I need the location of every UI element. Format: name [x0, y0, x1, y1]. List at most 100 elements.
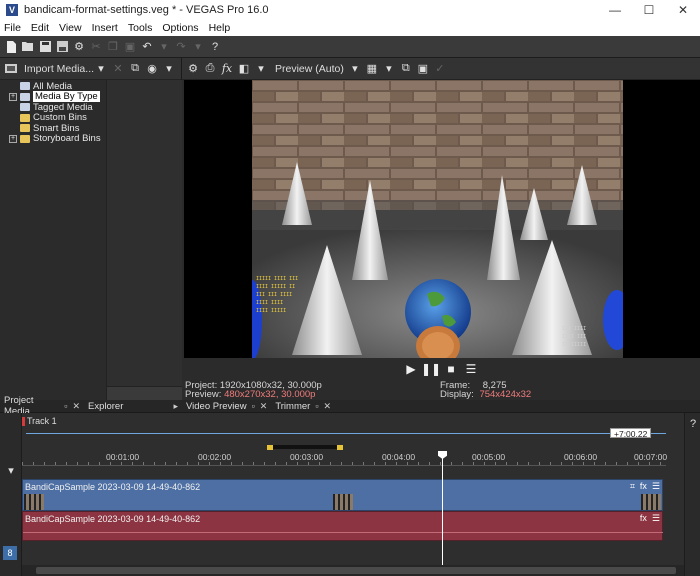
capture-icon[interactable]: ⧉	[128, 62, 142, 76]
undo-dropdown-icon[interactable]: ▾	[157, 40, 171, 54]
maximize-button[interactable]: ☐	[632, 0, 666, 20]
copy-snapshot-icon[interactable]: ⧉	[399, 62, 413, 76]
import-media-icon[interactable]	[4, 62, 18, 76]
clip-thumbnail	[641, 494, 661, 510]
audio-event[interactable]: BandiCapSample 2023-03-09 14-49-40-862 f…	[22, 511, 663, 541]
save-icon[interactable]	[38, 40, 52, 54]
menu-tools[interactable]: Tools	[128, 22, 153, 34]
copy-icon[interactable]: ❐	[106, 40, 120, 54]
preview-quality-dropdown[interactable]: Preview (Auto)	[275, 63, 344, 75]
remove-media-icon[interactable]: ✕	[111, 62, 125, 76]
preview-settings-icon[interactable]: ⚙	[186, 62, 200, 76]
fx-icon[interactable]: fx	[220, 62, 234, 76]
track-name[interactable]: Track 1	[27, 416, 57, 426]
undock-icon[interactable]: ▫	[315, 401, 318, 411]
tree-item-media-by-type[interactable]: + Media By Type	[0, 91, 106, 103]
loop-region[interactable]	[267, 445, 343, 450]
media-list-area[interactable]	[106, 80, 183, 400]
help-icon[interactable]: ?	[208, 40, 222, 54]
undo-icon[interactable]: ↶	[140, 40, 154, 54]
close-icon[interactable]: ✕	[72, 401, 80, 412]
options-icon[interactable]: ✓	[433, 62, 447, 76]
track-list-button[interactable]: 8	[3, 546, 17, 560]
tree-item-smart-bins[interactable]: Smart Bins	[0, 123, 106, 134]
menu-icon[interactable]: ☰	[464, 362, 478, 376]
ruler-label: 00:07:00	[634, 452, 668, 462]
stop-icon[interactable]: ■	[444, 362, 458, 376]
scrollbar-thumb[interactable]	[36, 567, 676, 574]
tab-video-preview[interactable]: Video Preview ▫ ✕	[182, 401, 271, 412]
chevron-down-icon[interactable]: ▾	[382, 62, 396, 76]
menu-options[interactable]: Options	[162, 22, 198, 34]
menu-icon[interactable]: ☰	[652, 481, 660, 492]
settings-icon[interactable]: ⚙	[72, 40, 86, 54]
timeline-vertical-scrollbar[interactable]: ?	[684, 413, 700, 576]
menu-insert[interactable]: Insert	[92, 22, 118, 34]
chevron-down-icon[interactable]: ▾	[94, 62, 108, 76]
collapse-icon[interactable]: ▾	[4, 463, 18, 477]
loop-start-marker[interactable]	[267, 445, 273, 450]
tree-item-custom-bins[interactable]: Custom Bins	[0, 112, 106, 123]
video-event[interactable]: BandiCapSample 2023-03-09 14-49-40-862 ⌗…	[22, 479, 663, 511]
redo-dropdown-icon[interactable]: ▾	[191, 40, 205, 54]
cut-icon[interactable]: ✂	[89, 40, 103, 54]
overlays-icon[interactable]: ▦	[365, 62, 379, 76]
undock-icon[interactable]: ▫	[252, 401, 255, 411]
redo-icon[interactable]: ↷	[174, 40, 188, 54]
video-event-icons: ⌗ fx ☰	[625, 481, 660, 492]
chevron-right-icon[interactable]: ▸	[173, 401, 178, 412]
media-list-scrollbar[interactable]	[107, 386, 183, 400]
time-ruler[interactable]: 00:01:00 00:02:00 00:03:00 00:04:00 00:0…	[22, 451, 668, 466]
marker-line	[26, 433, 666, 434]
import-media-button[interactable]: Import Media...	[24, 63, 94, 75]
question-icon[interactable]: ?	[686, 417, 700, 431]
play-icon[interactable]: ▶	[404, 362, 418, 376]
media-bins-tree: All Media + Media By Type Tagged Media C…	[0, 80, 106, 420]
new-icon[interactable]	[4, 40, 18, 54]
preview-label: Preview:	[185, 389, 222, 400]
save-snapshot-icon[interactable]: ▣	[416, 62, 430, 76]
close-icon[interactable]: ✕	[324, 401, 332, 412]
pause-icon[interactable]: ❚❚	[421, 362, 441, 376]
expand-icon[interactable]: +	[9, 134, 17, 143]
chevron-down-icon[interactable]: ▾	[348, 62, 362, 76]
tab-explorer[interactable]: Explorer ▸	[84, 401, 182, 412]
time-badge: +7:00.22	[610, 428, 652, 439]
display-value: 754x424x32	[479, 389, 532, 400]
views-icon[interactable]: ▾	[162, 62, 176, 76]
event-fx-icon[interactable]: fx	[640, 513, 647, 524]
device-preview-icon[interactable]: ⎙	[203, 62, 217, 76]
open-icon[interactable]	[21, 40, 35, 54]
tree-item-all-media[interactable]: All Media	[0, 81, 106, 92]
undock-icon[interactable]: ▫	[64, 401, 67, 411]
svg-text:IIII IIII: IIII IIII	[256, 300, 283, 306]
preview-toolbar: ⚙ ⎙ fx ◧ ▾ Preview (Auto) ▾ ▦ ▾ ⧉ ▣ ✓	[182, 58, 700, 80]
event-fx-icon[interactable]: fx	[640, 481, 647, 492]
timeline-panel: ▾ Track 1 +7:00.22 00:01:00 00:02:00 00:…	[0, 413, 700, 576]
close-button[interactable]: ✕	[666, 0, 700, 20]
menu-help[interactable]: Help	[209, 22, 231, 34]
media-fx-icon[interactable]: ◉	[145, 62, 159, 76]
chevron-down-icon[interactable]: ▾	[254, 62, 268, 76]
display-label: Display:	[440, 389, 474, 400]
ruler-label: 00:06:00	[564, 452, 598, 462]
timeline-horizontal-scrollbar[interactable]	[22, 565, 684, 576]
loop-end-marker[interactable]	[337, 445, 343, 450]
minimize-button[interactable]: —	[598, 0, 632, 20]
save-as-icon[interactable]	[55, 40, 69, 54]
tree-item-tagged-media[interactable]: Tagged Media	[0, 102, 106, 113]
expand-icon[interactable]: +	[9, 92, 17, 101]
menu-file[interactable]: File	[4, 22, 21, 34]
playhead[interactable]	[442, 453, 443, 576]
dock-tabs: Project Media ▫ ✕ Explorer ▸ Video Previ…	[0, 395, 700, 417]
menu-edit[interactable]: Edit	[31, 22, 49, 34]
split-screen-icon[interactable]: ◧	[237, 62, 251, 76]
menu-icon[interactable]: ☰	[652, 513, 660, 524]
tree-item-storyboard-bins[interactable]: + Storyboard Bins	[0, 133, 106, 144]
paste-icon[interactable]: ▣	[123, 40, 137, 54]
svg-text:II IIIII: II IIIII	[562, 342, 586, 348]
menu-view[interactable]: View	[59, 22, 82, 34]
close-icon[interactable]: ✕	[260, 401, 268, 412]
crop-icon[interactable]: ⌗	[630, 481, 635, 492]
tab-trimmer[interactable]: Trimmer ▫ ✕	[271, 401, 335, 412]
